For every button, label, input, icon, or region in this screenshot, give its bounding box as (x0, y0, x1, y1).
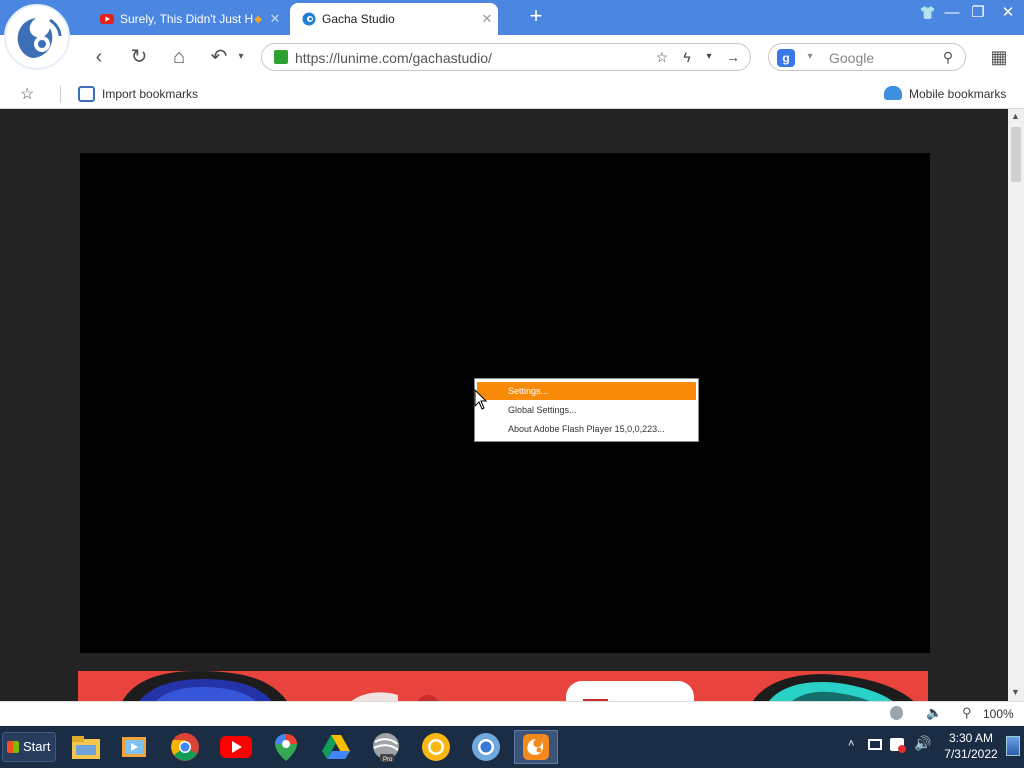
google-maps-app[interactable] (268, 730, 304, 764)
chromium-app[interactable] (468, 730, 504, 764)
clock-time: 3:30 AM (948, 731, 994, 745)
restore-button[interactable]: ❐ (966, 2, 990, 24)
star-icon[interactable]: ☆ (653, 48, 671, 66)
tab-gacha-studio[interactable]: Gacha Studio ✕ (290, 3, 498, 35)
import-bookmarks-link[interactable]: Import bookmarks (102, 87, 198, 101)
status-bar: 🔈 ⚲ 100% (0, 701, 1024, 726)
zoom-level[interactable]: 100% (983, 707, 1014, 721)
chromium-icon (472, 733, 500, 761)
uc-browser-logo[interactable] (4, 4, 70, 70)
search-input[interactable]: Google (829, 50, 874, 66)
close-window-button[interactable]: ✕ (996, 2, 1020, 24)
scrollbar-thumb[interactable] (1011, 127, 1021, 182)
scroll-down-icon[interactable]: ▼ (1011, 687, 1020, 697)
menu-item-about-flash[interactable]: About Adobe Flash Player 15,0,0,223... (477, 420, 696, 438)
google-icon[interactable]: g (777, 49, 795, 67)
windows-logo-icon (7, 741, 19, 753)
uc-browser-app[interactable] (514, 730, 558, 764)
volume-icon[interactable]: 🔊 (914, 735, 931, 752)
adblock-icon[interactable] (890, 706, 903, 720)
uc-logo-icon (17, 18, 62, 58)
tab-title: Gacha Studio (322, 12, 395, 26)
navigation-bar: ‹ ↻ ⌂ ↶ ▾ https://lunime.com/gachastudio… (0, 35, 1024, 80)
youtube-icon (220, 736, 252, 758)
clock[interactable]: 3:30 AM 7/31/2022 (936, 730, 1006, 762)
chrome-pro-app[interactable]: Pro (368, 730, 404, 764)
cloud-icon (884, 86, 902, 100)
youtube-icon (100, 14, 114, 24)
tab-title: Surely, This Didn't Just H (120, 12, 254, 26)
back-button[interactable]: ‹ (86, 44, 112, 70)
chevron-down-icon[interactable]: ▾ (700, 48, 718, 66)
search-icon[interactable]: ⚲ (939, 48, 957, 66)
scroll-up-icon[interactable]: ▲ (1011, 111, 1020, 121)
error-badge-icon (898, 745, 906, 753)
earth-pro-icon: Pro (373, 733, 399, 762)
divider (60, 86, 61, 103)
bookmarks-bar: ☆ Import bookmarks Mobile bookmarks (0, 80, 1024, 109)
go-arrow-icon[interactable]: → (724, 48, 742, 66)
drive-icon (322, 735, 350, 759)
chevron-down-icon[interactable]: ▾ (801, 48, 819, 66)
skin-icon[interactable]: 👕 (916, 2, 940, 24)
minimize-button[interactable]: — (940, 2, 964, 24)
start-button[interactable]: Start (2, 732, 56, 762)
lightning-icon[interactable]: ϟ (678, 48, 696, 66)
google-drive-app[interactable] (318, 730, 354, 764)
mobile-bookmarks-link[interactable]: Mobile bookmarks (909, 87, 1006, 101)
map-pin-icon (275, 734, 297, 761)
folder-icon (72, 736, 100, 759)
chrome-icon (171, 733, 199, 761)
reload-button[interactable]: ↻ (126, 44, 152, 70)
media-player-app[interactable] (116, 730, 152, 764)
banner-artwork (78, 671, 928, 701)
clock-date: 7/31/2022 (944, 747, 998, 761)
system-tray: ˄ 🔊 3:30 AM 7/31/2022 (842, 726, 1024, 768)
mute-icon[interactable]: 🔈 (926, 705, 942, 721)
vertical-scrollbar[interactable]: ▲ ▼ (1008, 109, 1024, 701)
media-player-icon (122, 737, 146, 757)
audio-icon: ◆ (254, 13, 262, 25)
chevron-up-icon[interactable]: ˄ (848, 738, 854, 750)
mouse-cursor-icon (474, 389, 488, 410)
svg-text:Pro: Pro (383, 757, 393, 762)
chrome-app[interactable] (167, 730, 203, 764)
tab-strip: Surely, This Didn't Just H ◆ ✕ Gacha Stu… (0, 0, 1024, 35)
gacha-icon (302, 12, 316, 26)
file-explorer-app[interactable] (68, 730, 104, 764)
url-text[interactable]: https://lunime.com/gachastudio/ (295, 50, 492, 66)
close-tab-icon[interactable]: ✕ (264, 11, 286, 27)
home-button[interactable]: ⌂ (166, 44, 192, 70)
zoom-icon[interactable]: ⚲ (962, 705, 972, 721)
import-icon (78, 86, 95, 102)
address-bar[interactable]: https://lunime.com/gachastudio/ ☆ ϟ ▾ → (261, 43, 751, 71)
star-icon[interactable]: ☆ (20, 84, 34, 104)
tab-youtube-video[interactable]: Surely, This Didn't Just H ◆ ✕ (88, 3, 286, 35)
lock-icon (274, 50, 288, 64)
start-label: Start (23, 739, 51, 754)
show-desktop-icon[interactable] (1006, 736, 1020, 756)
flash-context-menu: Settings... Global Settings... About Ado… (474, 378, 699, 442)
youtube-app[interactable] (218, 730, 254, 764)
close-tab-icon[interactable]: ✕ (476, 11, 498, 27)
chevron-down-icon[interactable]: ▾ (228, 44, 254, 70)
apps-grid-icon[interactable]: ▦ (986, 44, 1012, 70)
menu-item-global-settings[interactable]: Global Settings... (477, 401, 696, 419)
taskbar: Start Pro ˄ 🔊 3:30 AM 7/31/2022 (0, 726, 1024, 768)
chrome-canary-icon (422, 733, 450, 761)
search-box[interactable]: g ▾ Google ⚲ (768, 43, 966, 71)
menu-item-settings[interactable]: Settings... (477, 382, 696, 400)
chrome-canary-app[interactable] (418, 730, 454, 764)
uc-browser-icon (523, 734, 549, 760)
game-banner-image[interactable] (78, 671, 928, 701)
new-tab-button[interactable]: + (526, 4, 546, 28)
action-center-icon[interactable] (868, 739, 882, 750)
page-content: Settings... Global Settings... About Ado… (0, 109, 1008, 701)
